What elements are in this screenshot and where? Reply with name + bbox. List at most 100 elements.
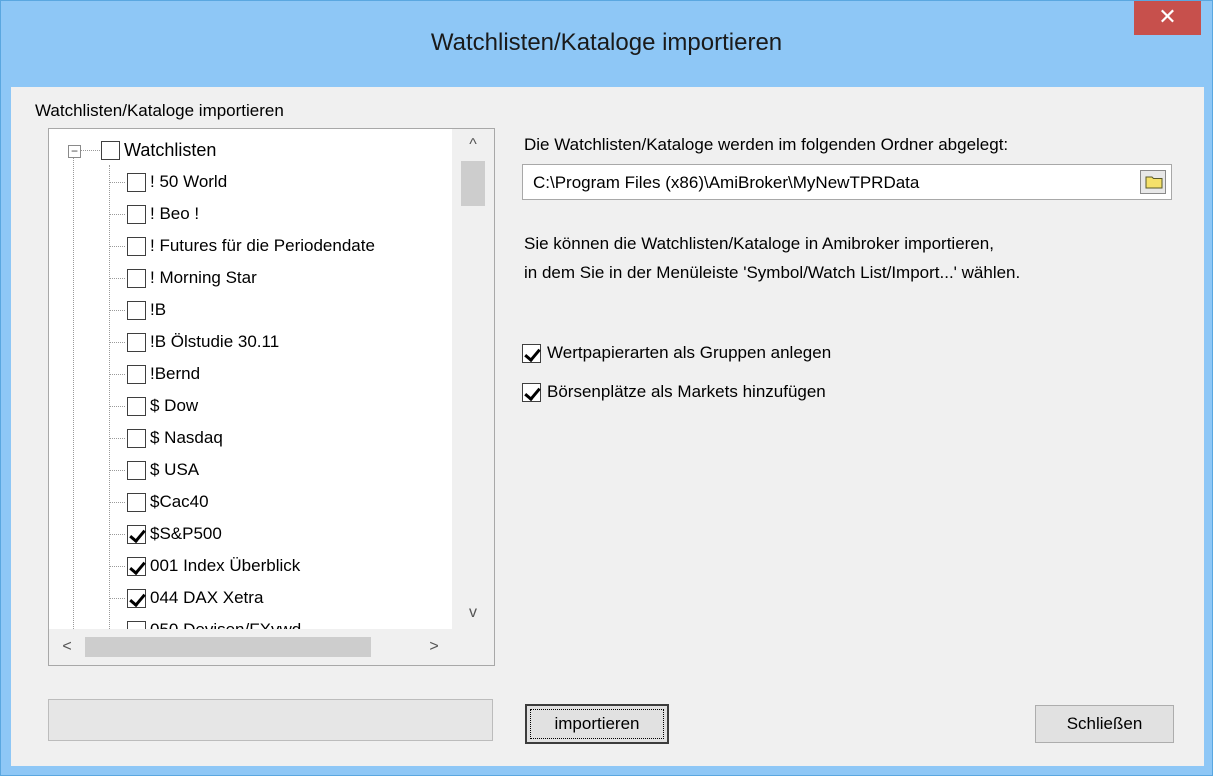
- tree-item-checkbox[interactable]: [127, 172, 146, 192]
- tree-connector-line: [109, 214, 125, 215]
- window-title: Watchlisten/Kataloge importieren: [430, 29, 783, 56]
- tree-item[interactable]: 001 Index Überblick: [127, 550, 300, 582]
- tree-connector-line: [109, 534, 125, 535]
- folder-label: Die Watchlisten/Kataloge werden im folge…: [524, 135, 1009, 154]
- horizontal-scrollbar[interactable]: < >: [49, 629, 452, 665]
- group-types-checkbox[interactable]: [522, 343, 541, 363]
- tree-item-label: ! Morning Star: [150, 268, 257, 287]
- close-window-button[interactable]: ✕: [1134, 1, 1201, 35]
- tree-connector-line: [109, 342, 125, 343]
- tree-item-label: !B Ölstudie 30.11: [150, 332, 280, 351]
- tree-connector-line: [109, 566, 125, 567]
- tree-item-label: 044 DAX Xetra: [150, 588, 264, 607]
- vertical-scrollbar[interactable]: ^ v: [452, 129, 494, 629]
- tree-item-label: $ USA: [150, 460, 200, 479]
- focus-rectangle: [530, 709, 664, 739]
- tree-connector-line: [109, 182, 125, 183]
- tree-item[interactable]: ! Morning Star: [127, 262, 257, 294]
- tree-item[interactable]: $S&P500: [127, 518, 222, 550]
- tree-item-label: $ Dow: [150, 396, 199, 415]
- vertical-scroll-thumb[interactable]: [461, 161, 485, 206]
- tree-connector-line: [109, 470, 125, 471]
- scroll-up-arrow-icon[interactable]: ^: [452, 129, 494, 159]
- tree-item[interactable]: ! 50 World: [127, 166, 227, 198]
- tree-connector-line: [109, 374, 125, 375]
- root-checkbox[interactable]: [101, 140, 120, 160]
- tree-connector-line: [109, 406, 125, 407]
- info-text-line-2: in dem Sie in der Menüleiste 'Symbol/Wat…: [524, 263, 1021, 282]
- group-types-label: Wertpapierarten als Gruppen anlegen: [547, 343, 832, 362]
- tree-item-label: 050 Devisen/FXvwd: [150, 620, 301, 629]
- tree-root-item[interactable]: Watchlisten: [101, 134, 216, 166]
- tree-item-label: ! Beo !: [150, 204, 200, 223]
- watchlist-tree[interactable]: − Watchlisten ! 50 World ! Beo ! ! Futures…: [48, 128, 495, 666]
- scroll-down-arrow-icon[interactable]: v: [452, 599, 494, 629]
- tree-item-checkbox[interactable]: [127, 236, 146, 256]
- tree-item-checkbox[interactable]: [127, 428, 146, 448]
- title-bar[interactable]: Watchlisten/Kataloge importieren ✕: [1, 1, 1212, 87]
- tree-item[interactable]: ! Beo !: [127, 198, 199, 230]
- tree-item-checkbox[interactable]: [127, 204, 146, 224]
- browse-folder-button[interactable]: [1140, 170, 1166, 194]
- dialog-client-area: Watchlisten/Kataloge importieren − Watch…: [11, 87, 1204, 766]
- folder-icon: [1145, 176, 1163, 189]
- horizontal-scroll-thumb[interactable]: [85, 637, 371, 657]
- scrollbar-corner: [452, 629, 494, 665]
- tree-item[interactable]: $ Nasdaq: [127, 422, 223, 454]
- tree-item-label: !B: [150, 300, 167, 319]
- tree-item-label: ! Futures für die Periodendate: [150, 236, 375, 255]
- tree-item-label: $ Nasdaq: [150, 428, 223, 447]
- tree-connector-line: [109, 278, 125, 279]
- tree-connector-line: [109, 438, 125, 439]
- tree-item-checkbox[interactable]: [127, 620, 146, 629]
- scroll-left-arrow-icon[interactable]: <: [49, 629, 85, 665]
- tree-item[interactable]: $ USA: [127, 454, 199, 486]
- close-button[interactable]: Schließen: [1035, 705, 1174, 743]
- tree-group-label: Watchlisten/Kataloge importieren: [35, 101, 284, 120]
- tree-item-checkbox[interactable]: [127, 332, 146, 352]
- tree-item[interactable]: !B Ölstudie 30.11: [127, 326, 279, 358]
- tree-item-label: $Cac40: [150, 492, 209, 511]
- tree-item-checkbox[interactable]: [127, 268, 146, 288]
- tree-item-checkbox[interactable]: [127, 556, 146, 576]
- tree-item-label: !Bernd: [150, 364, 201, 383]
- tree-item-checkbox[interactable]: [127, 492, 146, 512]
- tree-connector-line: [73, 157, 74, 629]
- dialog-window: Watchlisten/Kataloge importieren ✕ Watch…: [0, 0, 1213, 776]
- tree-item-checkbox[interactable]: [127, 460, 146, 480]
- progress-bar: [48, 699, 493, 741]
- tree-connector-line: [109, 502, 125, 503]
- tree-item-checkbox[interactable]: [127, 588, 146, 608]
- tree-item[interactable]: ! Futures für die Periodendate: [127, 230, 375, 262]
- markets-checkbox[interactable]: [522, 382, 541, 402]
- tree-item-checkbox[interactable]: [127, 300, 146, 320]
- markets-label: Börsenplätze als Markets hinzufügen: [547, 382, 826, 401]
- folder-path-field[interactable]: C:\Program Files (x86)\AmiBroker\MyNewTP…: [522, 164, 1172, 200]
- tree-viewport: − Watchlisten ! 50 World ! Beo ! ! Futures…: [49, 129, 452, 629]
- tree-item-label: 001 Index Überblick: [150, 556, 301, 575]
- collapse-expander-icon[interactable]: −: [68, 145, 81, 158]
- tree-item-checkbox[interactable]: [127, 364, 146, 384]
- tree-root-label: Watchlisten: [124, 139, 217, 160]
- tree-item[interactable]: 050 Devisen/FXvwd: [127, 614, 301, 629]
- option-group-types[interactable]: Wertpapierarten als Gruppen anlegen: [522, 343, 831, 363]
- folder-path-value: C:\Program Files (x86)\AmiBroker\MyNewTP…: [533, 173, 920, 192]
- tree-item[interactable]: !B: [127, 294, 166, 326]
- tree-item-checkbox[interactable]: [127, 396, 146, 416]
- tree-item-label: ! 50 World: [150, 172, 228, 191]
- tree-connector-line: [109, 598, 125, 599]
- tree-item-label: $S&P500: [150, 524, 222, 543]
- tree-item[interactable]: 044 DAX Xetra: [127, 582, 263, 614]
- tree-connector-line: [109, 310, 125, 311]
- info-text-line-1: Sie können die Watchlisten/Kataloge in A…: [524, 234, 994, 253]
- import-button[interactable]: importieren: [525, 704, 669, 744]
- scroll-right-arrow-icon[interactable]: >: [416, 629, 452, 665]
- tree-item[interactable]: $Cac40: [127, 486, 209, 518]
- tree-connector-line: [80, 150, 100, 151]
- tree-connector-line: [109, 165, 110, 629]
- tree-connector-line: [109, 246, 125, 247]
- tree-item-checkbox[interactable]: [127, 524, 146, 544]
- tree-item[interactable]: $ Dow: [127, 390, 198, 422]
- tree-item[interactable]: !Bernd: [127, 358, 200, 390]
- option-markets[interactable]: Börsenplätze als Markets hinzufügen: [522, 382, 826, 402]
